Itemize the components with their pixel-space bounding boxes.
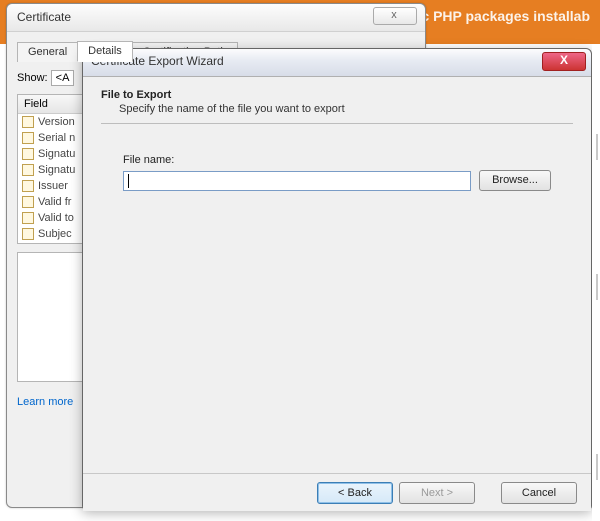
next-button[interactable]: Next > (399, 482, 475, 504)
field-icon (22, 196, 34, 208)
show-select[interactable]: <A (51, 70, 75, 86)
banner-text: lic PHP packages installab (414, 8, 590, 24)
text-caret (128, 174, 129, 188)
tab-details[interactable]: Details (77, 41, 133, 62)
edge-mark (596, 134, 598, 160)
field-icon (22, 164, 34, 176)
field-icon (22, 228, 34, 240)
wizard-titlebar[interactable]: Certificate Export Wizard X (83, 49, 591, 77)
wizard-heading: File to Export (101, 89, 573, 101)
certificate-titlebar[interactable]: Certificate x (7, 4, 425, 32)
wizard-subheading: Specify the name of the file you want to… (119, 103, 573, 115)
right-edge-strip (592, 44, 600, 521)
back-button[interactable]: < Back (317, 482, 393, 504)
close-icon: x (391, 9, 399, 21)
edge-mark (596, 274, 598, 300)
field-icon (22, 116, 34, 128)
certificate-title: Certificate (17, 10, 71, 24)
export-wizard-window: Certificate Export Wizard X File to Expo… (82, 48, 592, 510)
tab-general[interactable]: General (17, 42, 78, 62)
field-icon (22, 212, 34, 224)
divider (101, 123, 573, 124)
wizard-button-row: < Back Next > Cancel (83, 473, 591, 511)
show-label: Show: (17, 72, 48, 84)
wizard-close-button[interactable]: X (542, 52, 586, 71)
filename-input[interactable] (123, 171, 471, 191)
close-icon: X (560, 53, 568, 67)
certificate-close-button[interactable]: x (373, 7, 417, 25)
field-icon (22, 180, 34, 192)
field-icon (22, 148, 34, 160)
field-icon (22, 132, 34, 144)
cancel-button[interactable]: Cancel (501, 482, 577, 504)
filename-label: File name: (123, 154, 551, 166)
edge-mark (596, 454, 598, 480)
browse-button[interactable]: Browse... (479, 170, 551, 191)
